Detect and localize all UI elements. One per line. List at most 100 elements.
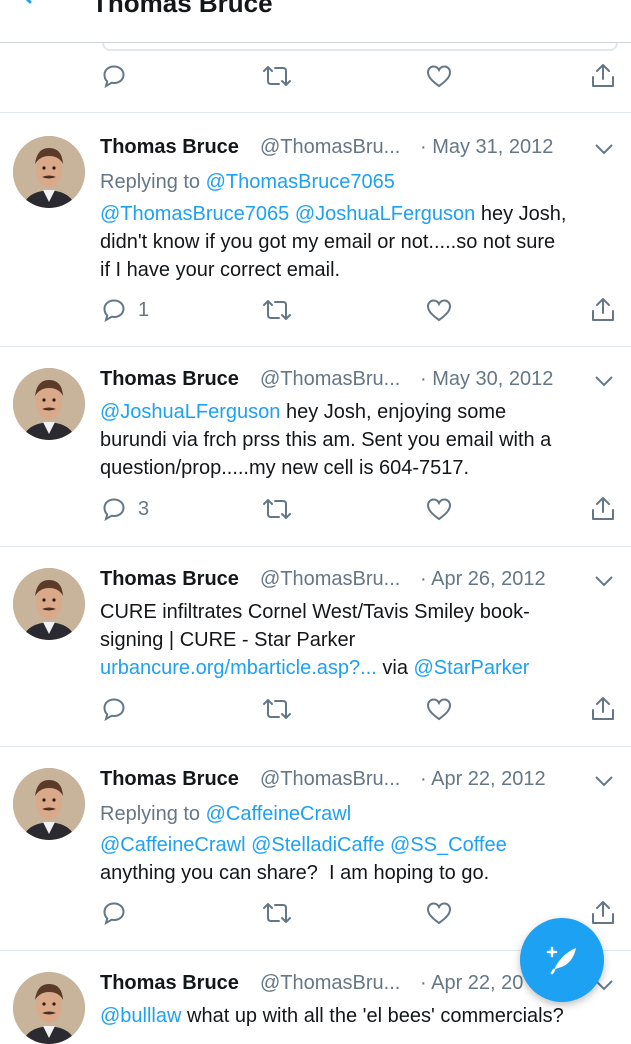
back-arrow-icon[interactable]	[14, 0, 54, 16]
share-icon	[592, 298, 614, 321]
tweet[interactable]: Thomas Bruce @ThomasBru... · May 30, 201…	[0, 368, 631, 528]
tweet-actions	[0, 689, 631, 729]
header-title: Thomas Bruce	[92, 0, 273, 18]
like-button[interactable]	[426, 689, 452, 729]
mention-link[interactable]: @SS_Coffee	[390, 834, 507, 856]
author-handle[interactable]: @ThomasBru...	[260, 136, 400, 159]
tweet-divider	[0, 112, 631, 113]
author-name[interactable]: Thomas Bruce	[100, 768, 239, 791]
share-button[interactable]	[590, 56, 616, 96]
share-button[interactable]	[590, 893, 616, 933]
author-name[interactable]: Thomas Bruce	[100, 136, 239, 159]
chevron-down-icon[interactable]	[594, 142, 614, 156]
reply-icon	[103, 65, 125, 88]
tweet[interactable]: Thomas Bruce @ThomasBru... · Apr 26, 201…	[0, 568, 631, 728]
retweet-button[interactable]	[262, 489, 292, 529]
tweet-date[interactable]: · May 31, 2012	[420, 136, 553, 159]
reply-button[interactable]	[102, 56, 126, 96]
tweet-actions	[0, 56, 631, 96]
tweet-header: Thomas Bruce @ThomasBru... · Apr 26, 201…	[100, 568, 620, 598]
author-name[interactable]: Thomas Bruce	[100, 368, 239, 391]
author-handle[interactable]: @ThomasBru...	[260, 972, 400, 995]
like-icon	[426, 698, 452, 721]
chevron-down-icon[interactable]	[594, 774, 614, 788]
mention-link[interactable]: @JoshuaLFerguson	[100, 401, 280, 423]
mention-link[interactable]: @StarParker	[414, 657, 530, 679]
tweet[interactable]: Thomas Bruce @ThomasBru... · Apr 22, 201…	[0, 768, 631, 948]
tweet-text: @JoshuaLFerguson hey Josh, enjoying some…	[100, 398, 615, 482]
chevron-down-icon[interactable]	[594, 374, 614, 388]
tweet-divider	[0, 746, 631, 747]
author-handle[interactable]: @ThomasBru...	[260, 768, 400, 791]
avatar[interactable]	[13, 368, 85, 440]
mention-link[interactable]: @StelladiCaffe	[251, 834, 384, 856]
reply-icon	[103, 498, 125, 521]
like-icon	[426, 65, 452, 88]
retweet-icon	[263, 903, 291, 923]
tweet-date[interactable]: · Apr 22, 2012	[420, 768, 546, 791]
tweet-date[interactable]: · Apr 26, 2012	[420, 568, 546, 591]
tweet-date[interactable]: · May 30, 2012	[420, 368, 553, 391]
avatar-portrait	[13, 568, 85, 640]
retweet-button[interactable]	[262, 893, 292, 933]
tweet-text-line: burundi via frch prss this am. Sent you …	[100, 429, 552, 451]
reply-count: 1	[138, 298, 150, 321]
share-icon	[592, 901, 614, 924]
retweet-icon	[263, 300, 291, 320]
profile-header: Thomas Bruce	[0, 0, 631, 43]
author-handle[interactable]: @ThomasBru...	[260, 368, 400, 391]
retweet-icon	[263, 499, 291, 519]
avatar[interactable]	[13, 972, 85, 1044]
retweet-button[interactable]	[262, 290, 292, 330]
replying-to-label: Replying to	[100, 171, 206, 193]
tweet[interactable]: Thomas Bruce @ThomasBru... · May 31, 201…	[0, 136, 631, 326]
reply-target-link[interactable]: @CaffeineCrawl	[206, 803, 352, 825]
tweet-actions: 1	[0, 290, 631, 330]
compose-tweet-icon	[546, 946, 576, 975]
share-button[interactable]	[590, 689, 616, 729]
like-icon	[426, 299, 452, 322]
reply-target-link[interactable]: @ThomasBruce7065	[206, 171, 395, 193]
avatar[interactable]	[13, 568, 85, 640]
like-button[interactable]	[426, 489, 452, 529]
tweet-text-line: CURE infiltrates Cornel West/Tavis Smile…	[100, 601, 530, 623]
share-button[interactable]	[590, 489, 616, 529]
avatar[interactable]	[13, 136, 85, 208]
author-name[interactable]: Thomas Bruce	[100, 568, 239, 591]
like-icon	[426, 498, 452, 521]
url-link[interactable]: urbancure.org/mbarticle.asp?...	[100, 657, 377, 679]
author-name[interactable]: Thomas Bruce	[100, 972, 239, 995]
avatar[interactable]	[13, 768, 85, 840]
avatar-portrait	[13, 136, 85, 208]
tweet-text: @CaffeineCrawl @StelladiCaffe @SS_Coffee…	[100, 831, 615, 887]
share-button[interactable]	[590, 290, 616, 330]
like-button[interactable]	[426, 56, 452, 96]
reply-button[interactable]	[102, 689, 126, 729]
reply-icon	[103, 299, 125, 322]
tweet-text: @ThomasBruce7065 @JoshuaLFerguson hey Jo…	[100, 200, 615, 284]
tweet-header: Thomas Bruce @ThomasBru... · May 31, 201…	[100, 136, 620, 166]
reply-button[interactable]	[102, 893, 126, 933]
avatar-portrait	[13, 368, 85, 440]
reply-button[interactable]: 1	[102, 290, 149, 330]
avatar-portrait	[13, 972, 85, 1044]
mention-link[interactable]: @JoshuaLFerguson	[295, 203, 475, 225]
reply-count: 3	[138, 497, 150, 520]
chevron-down-icon[interactable]	[594, 574, 614, 588]
retweet-button[interactable]	[262, 56, 292, 96]
like-button[interactable]	[426, 893, 452, 933]
share-icon	[592, 497, 614, 520]
compose-tweet-button[interactable]	[520, 918, 604, 1002]
like-button[interactable]	[426, 290, 452, 330]
tweet-date[interactable]: · Apr 22, 20	[420, 972, 523, 995]
author-handle[interactable]: @ThomasBru...	[260, 568, 400, 591]
previous-tweet-card-edge	[102, 43, 618, 51]
mention-link[interactable]: @CaffeineCrawl	[100, 834, 246, 856]
reply-button[interactable]: 3	[102, 489, 149, 529]
tweet-text-line: signing | CURE - Star Parker	[100, 629, 356, 651]
like-icon	[426, 902, 452, 925]
reply-icon	[103, 698, 125, 721]
retweet-button[interactable]	[262, 689, 292, 729]
share-icon	[592, 64, 614, 87]
mention-link[interactable]: @ThomasBruce7065	[100, 203, 289, 225]
